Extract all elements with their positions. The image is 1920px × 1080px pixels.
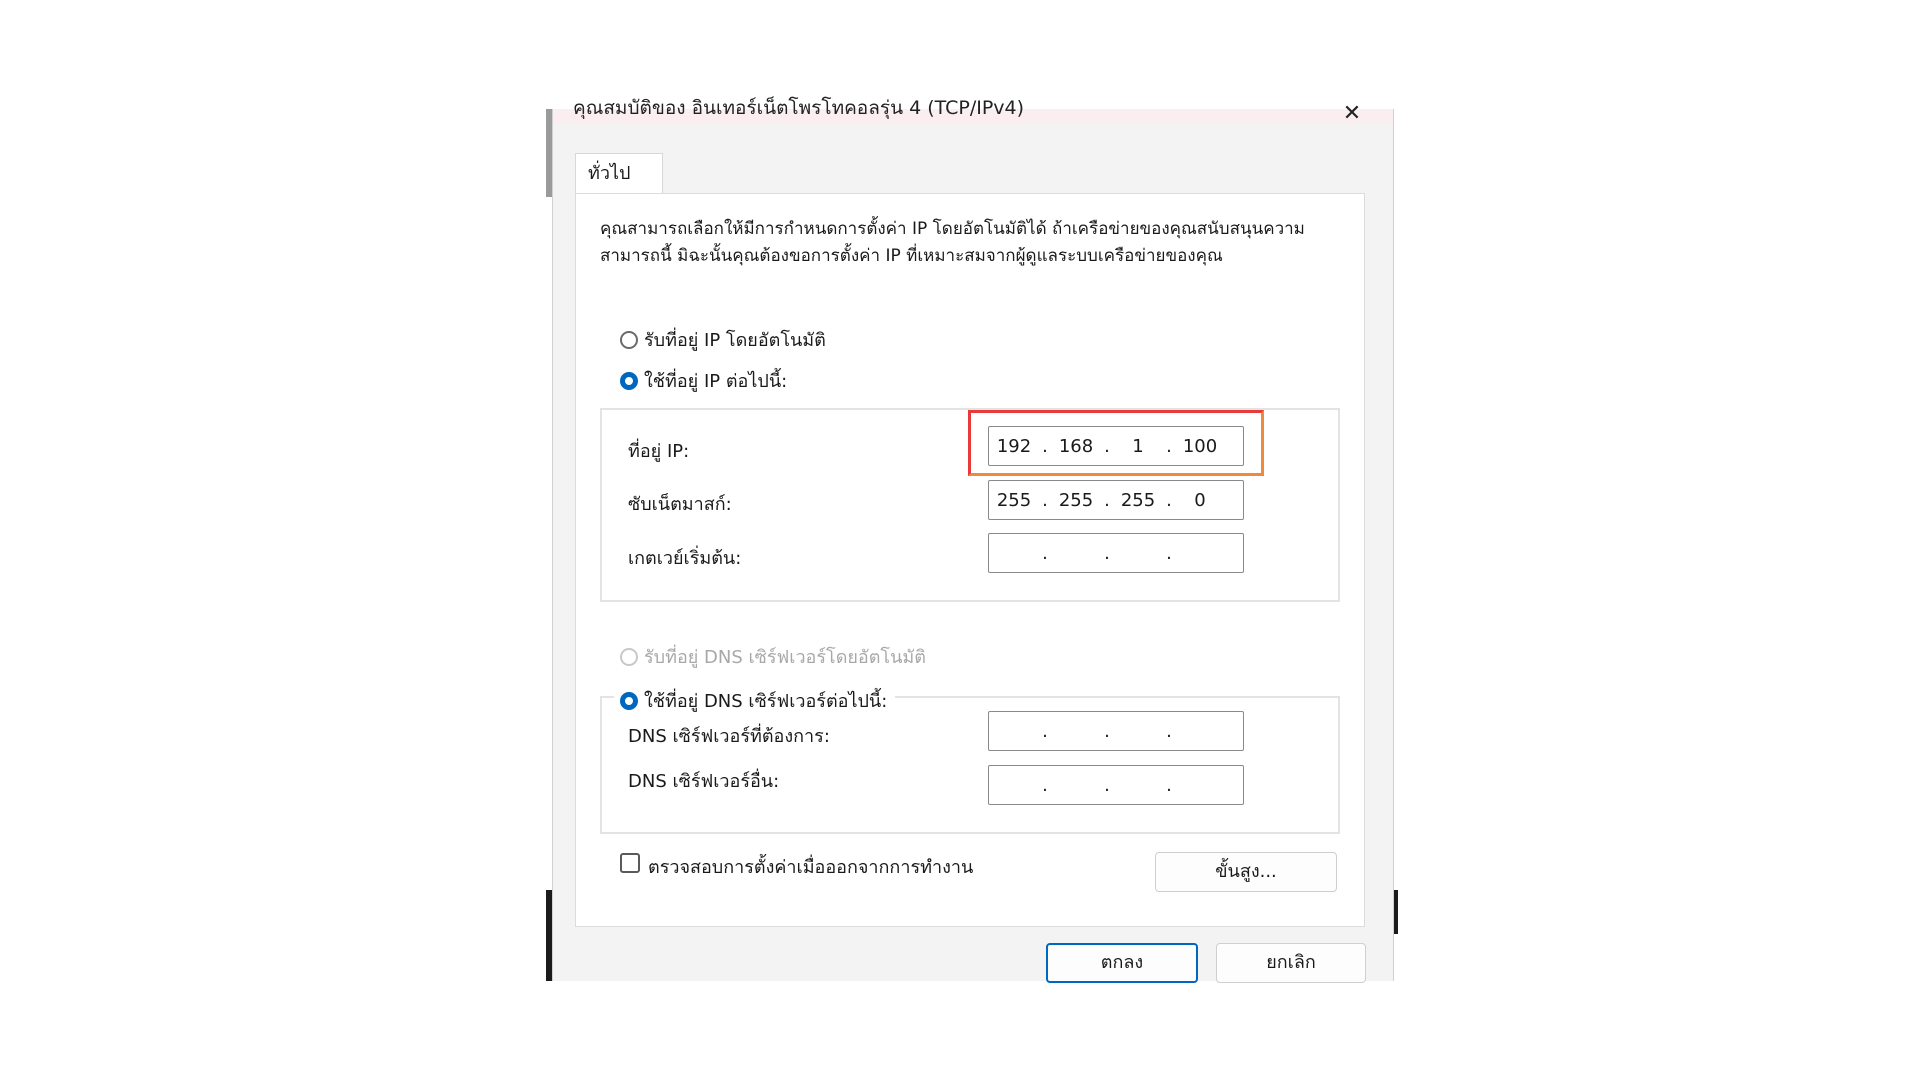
default-gateway-label: เกตเวย์เริ่มต้น:: [628, 548, 742, 569]
octet-separator: .: [1104, 542, 1110, 564]
octet-separator: .: [1104, 720, 1110, 742]
octet-separator: .: [1042, 720, 1048, 742]
radio-manual-ip-button[interactable]: [620, 371, 638, 390]
radio-manual-dns-button[interactable]: [620, 691, 638, 710]
ip-address-label: ที่อยู่ IP:: [628, 441, 690, 462]
octet-separator: .: [1166, 720, 1172, 742]
octet-separator: .: [1166, 542, 1172, 564]
close-icon[interactable]: ✕: [1340, 103, 1364, 127]
alternate-dns-label: DNS เซิร์ฟเวอร์อื่น:: [628, 771, 780, 792]
description-text: คุณสามารถเลือกให้มีการกำหนดการตั้งค่า IP…: [600, 219, 1305, 266]
subnet-octet-2[interactable]: 255: [1051, 490, 1101, 511]
ok-button[interactable]: ตกลง: [1046, 943, 1198, 983]
subnet-mask-label: ซับเน็ตมาสก์:: [628, 494, 732, 515]
validate-settings-label: ตรวจสอบการตั้งค่าเมื่อออกจากการทำงาน: [648, 857, 974, 878]
screen: คุณสมบัติของ อินเทอร์เน็ตโพรโทคอลรุ่น 4 …: [0, 0, 1920, 1080]
validate-settings-checkbox[interactable]: [620, 853, 640, 873]
radio-auto-dns-button[interactable]: [620, 647, 638, 666]
octet-separator: .: [1042, 542, 1048, 564]
tab-general[interactable]: ทั่วไป: [575, 153, 663, 193]
radio-auto-dns[interactable]: รับที่อยู่ DNS เซิร์ฟเวอร์โดยอัตโนมัติ: [620, 642, 926, 671]
octet-separator: .: [1042, 489, 1048, 511]
subnet-octet-1[interactable]: 255: [989, 490, 1039, 511]
radio-auto-dns-label: รับที่อยู่ DNS เซิร์ฟเวอร์โดยอัตโนมัติ: [644, 647, 926, 668]
octet-separator: .: [1104, 489, 1110, 511]
radio-manual-ip[interactable]: ใช้ที่อยู่ IP ต่อไปนี้:: [620, 366, 787, 395]
radio-manual-dns-label: ใช้ที่อยู่ DNS เซิร์ฟเวอร์ต่อไปนี้:: [644, 691, 888, 712]
advanced-button[interactable]: ขั้นสูง...: [1155, 852, 1337, 892]
alternate-dns-input[interactable]: . . .: [988, 765, 1244, 805]
cancel-button[interactable]: ยกเลิก: [1216, 943, 1366, 983]
radio-manual-dns[interactable]: ใช้ที่อยู่ DNS เซิร์ฟเวอร์ต่อไปนี้:: [614, 686, 896, 715]
radio-auto-ip[interactable]: รับที่อยู่ IP โดยอัตโนมัติ: [620, 325, 826, 354]
preferred-dns-label: DNS เซิร์ฟเวอร์ที่ต้องการ:: [628, 726, 830, 747]
subnet-mask-input[interactable]: 255. 255. 255. 0: [988, 480, 1244, 520]
ip-address-highlight-box: [968, 410, 1264, 476]
octet-separator: .: [1042, 774, 1048, 796]
octet-separator: .: [1166, 774, 1172, 796]
octet-separator: .: [1104, 774, 1110, 796]
radio-auto-ip-button[interactable]: [620, 330, 638, 349]
octet-separator: .: [1166, 489, 1172, 511]
subnet-octet-4[interactable]: 0: [1175, 490, 1225, 511]
subnet-octet-3[interactable]: 255: [1113, 490, 1163, 511]
title-bar: คุณสมบัติของ อินเทอร์เน็ตโพรโทคอลรุ่น 4 …: [553, 97, 1393, 125]
preferred-dns-input[interactable]: . . .: [988, 711, 1244, 751]
radio-manual-ip-label: ใช้ที่อยู่ IP ต่อไปนี้:: [644, 371, 788, 392]
radio-auto-ip-label: รับที่อยู่ IP โดยอัตโนมัติ: [644, 330, 826, 351]
dialog-title: คุณสมบัติของ อินเทอร์เน็ตโพรโทคอลรุ่น 4 …: [573, 97, 1025, 119]
default-gateway-input[interactable]: . . .: [988, 533, 1244, 573]
